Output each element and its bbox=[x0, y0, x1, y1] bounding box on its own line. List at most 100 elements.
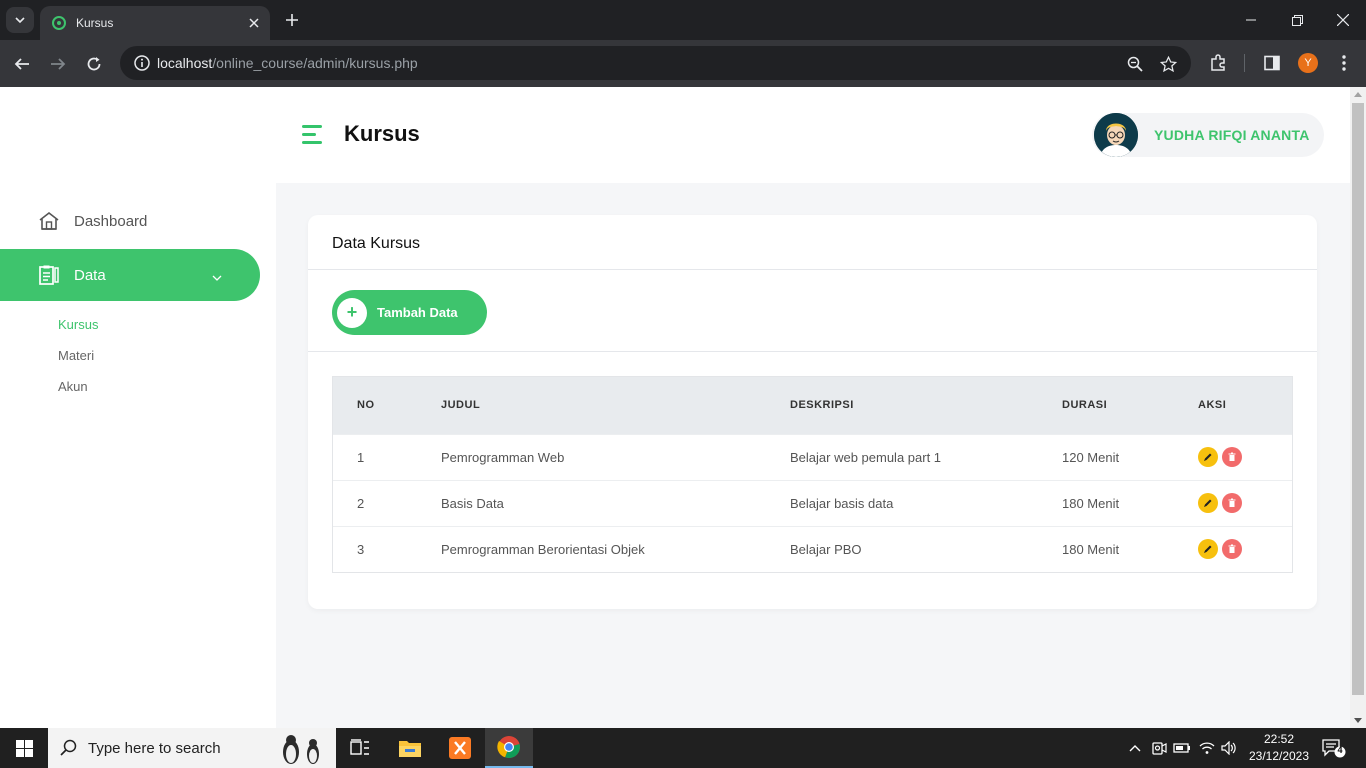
column-header-deskripsi: DESKRIPSI bbox=[790, 399, 854, 411]
tab-search-button[interactable] bbox=[6, 7, 34, 33]
clock-time: 22:52 bbox=[1263, 732, 1295, 746]
submenu-item-kursus[interactable]: Kursus bbox=[58, 317, 98, 332]
hamburger-menu-icon[interactable] bbox=[302, 125, 322, 145]
menu-kebab-icon[interactable] bbox=[1332, 51, 1356, 75]
scroll-up-icon[interactable] bbox=[1354, 92, 1362, 97]
submenu-item-akun[interactable]: Akun bbox=[58, 379, 88, 394]
chevron-down-icon bbox=[212, 269, 222, 287]
trash-icon bbox=[1228, 498, 1236, 507]
url-host: localhost bbox=[157, 55, 213, 71]
submenu-item-materi[interactable]: Materi bbox=[58, 348, 94, 363]
home-icon bbox=[38, 210, 60, 232]
add-data-button[interactable]: + Tambah Data bbox=[332, 290, 487, 335]
column-header-durasi: DURASI bbox=[1062, 399, 1108, 411]
system-clock[interactable]: 22:52 23/12/2023 bbox=[1244, 731, 1314, 765]
chevron-down-icon bbox=[15, 17, 25, 24]
notification-count: 4 bbox=[1337, 745, 1343, 755]
plus-icon bbox=[286, 14, 298, 26]
penguins-illustration-icon bbox=[283, 735, 319, 764]
wifi-icon[interactable] bbox=[1198, 739, 1216, 757]
site-info-icon[interactable] bbox=[124, 55, 160, 71]
close-window-button[interactable] bbox=[1320, 0, 1366, 40]
page-title: Kursus bbox=[344, 121, 420, 146]
battery-icon[interactable] bbox=[1173, 739, 1191, 757]
tab-close-button[interactable] bbox=[242, 11, 266, 35]
cell-deskripsi: Belajar basis data bbox=[790, 496, 894, 511]
delete-button[interactable] bbox=[1222, 539, 1242, 559]
chrome-icon bbox=[497, 736, 520, 759]
column-header-aksi: AKSI bbox=[1198, 399, 1227, 411]
scroll-down-icon[interactable] bbox=[1354, 718, 1362, 723]
scrollbar-thumb[interactable] bbox=[1352, 103, 1364, 695]
arrow-left-icon bbox=[14, 58, 29, 70]
page-header: Kursus YUDHA RIFQI ANANTA bbox=[276, 87, 1350, 183]
close-icon bbox=[249, 18, 259, 28]
sidebar-item-label: Data bbox=[74, 266, 106, 284]
chevron-up-icon[interactable] bbox=[1126, 739, 1144, 757]
browser-tab[interactable]: Kursus bbox=[40, 6, 270, 40]
minimize-button[interactable] bbox=[1228, 0, 1274, 40]
side-panel-icon[interactable] bbox=[1260, 51, 1284, 75]
cell-judul: Pemrogramman Berorientasi Objek bbox=[441, 542, 645, 557]
arrow-right-icon bbox=[51, 58, 66, 70]
cell-no: 1 bbox=[357, 450, 365, 465]
avatar bbox=[1094, 113, 1138, 157]
task-view-button[interactable] bbox=[336, 728, 384, 768]
new-tab-button[interactable] bbox=[278, 8, 306, 32]
delete-button[interactable] bbox=[1222, 493, 1242, 513]
folder-icon bbox=[399, 741, 421, 757]
add-data-label: Tambah Data bbox=[377, 305, 458, 320]
user-name: YUDHA RIFQI ANANTA bbox=[1154, 127, 1310, 143]
sidebar-item-dashboard[interactable]: Dashboard bbox=[0, 195, 260, 247]
volume-icon[interactable] bbox=[1220, 739, 1238, 757]
cell-deskripsi: Belajar PBO bbox=[790, 542, 862, 557]
back-button[interactable] bbox=[7, 49, 37, 79]
pencil-icon bbox=[1204, 545, 1212, 553]
bookmark-star-icon[interactable] bbox=[1158, 54, 1178, 74]
restore-button[interactable] bbox=[1274, 0, 1320, 40]
page-scrollbar[interactable] bbox=[1350, 87, 1366, 728]
address-bar[interactable]: localhost/online_course/admin/kursus.php bbox=[120, 46, 1191, 80]
user-profile-chip[interactable]: YUDHA RIFQI ANANTA bbox=[1092, 113, 1324, 157]
search-placeholder: Type here to search bbox=[88, 739, 221, 757]
zoom-icon[interactable] bbox=[1125, 54, 1145, 74]
table-header: NO JUDUL DESKRIPSI DURASI AKSI bbox=[333, 377, 1292, 434]
meet-now-icon[interactable] bbox=[1150, 739, 1168, 757]
cell-durasi: 180 Menit bbox=[1062, 542, 1120, 557]
close-icon bbox=[1337, 14, 1349, 26]
profile-avatar[interactable]: Y bbox=[1298, 53, 1318, 73]
reload-button[interactable] bbox=[79, 49, 109, 79]
cell-no: 3 bbox=[357, 542, 365, 557]
cell-judul: Pemrogramman Web bbox=[441, 450, 565, 465]
table-row: 1 Pemrogramman Web Belajar web pemula pa… bbox=[333, 434, 1292, 480]
url-text: localhost/online_course/admin/kursus.php bbox=[157, 55, 418, 71]
edit-button[interactable] bbox=[1198, 539, 1218, 559]
windows-logo-icon bbox=[15, 739, 33, 757]
url-path: /online_course/admin/kursus.php bbox=[212, 55, 418, 71]
minimize-icon bbox=[1246, 19, 1256, 21]
clock-date: 23/12/2023 bbox=[1248, 749, 1310, 763]
extensions-icon[interactable] bbox=[1206, 51, 1230, 75]
cell-no: 2 bbox=[357, 496, 365, 511]
reload-icon bbox=[87, 57, 101, 71]
browser-toolbar: localhost/online_course/admin/kursus.php… bbox=[0, 40, 1366, 87]
file-explorer-button[interactable] bbox=[386, 728, 434, 768]
tab-title: Kursus bbox=[76, 16, 114, 30]
notification-center-button[interactable]: 4 bbox=[1322, 738, 1346, 758]
xampp-button[interactable] bbox=[436, 728, 484, 768]
divider bbox=[308, 351, 1317, 352]
forward-button[interactable] bbox=[43, 49, 73, 79]
chrome-taskbar-button[interactable] bbox=[485, 728, 533, 768]
delete-button[interactable] bbox=[1222, 447, 1242, 467]
column-header-judul: JUDUL bbox=[441, 399, 481, 411]
edit-button[interactable] bbox=[1198, 447, 1218, 467]
sidebar-item-data[interactable]: Data bbox=[0, 249, 260, 301]
pencil-icon bbox=[1204, 499, 1212, 507]
edit-button[interactable] bbox=[1198, 493, 1218, 513]
web-page: Dashboard Data Kursus Materi Akun Kursus bbox=[0, 87, 1350, 728]
taskbar-search-box[interactable]: Type here to search bbox=[48, 728, 336, 768]
column-header-no: NO bbox=[357, 399, 375, 411]
sidebar-item-label: Dashboard bbox=[74, 212, 148, 230]
windows-taskbar: Type here to search 22:52 23/12/2023 4 bbox=[0, 728, 1366, 768]
start-button[interactable] bbox=[0, 728, 48, 768]
